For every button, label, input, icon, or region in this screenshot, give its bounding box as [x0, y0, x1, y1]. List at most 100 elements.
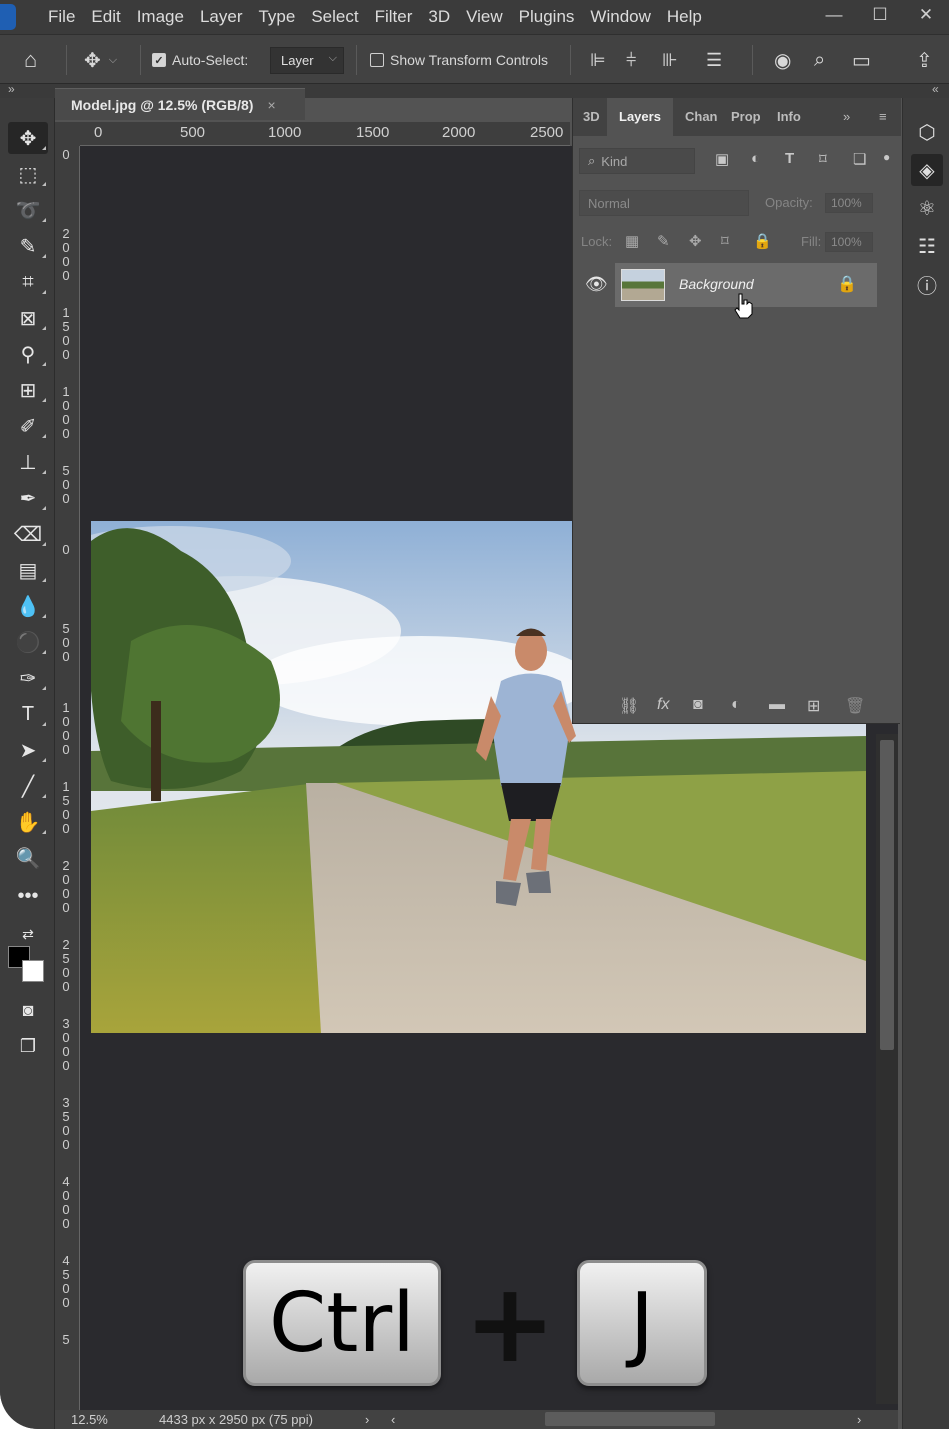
- tab-properties[interactable]: Prop: [731, 98, 761, 136]
- eyedropper-tool-icon[interactable]: ⚲: [8, 338, 48, 370]
- screen-mode-icon[interactable]: ❐: [8, 1030, 48, 1062]
- info-icon[interactable]: ⓘ: [911, 268, 943, 300]
- opacity-input[interactable]: 100%: [825, 193, 873, 213]
- panel-menu-icon[interactable]: ≡: [879, 98, 887, 136]
- blur-tool-icon[interactable]: 💧: [8, 590, 48, 622]
- type-tool-icon[interactable]: T: [8, 698, 48, 730]
- blend-mode-dropdown[interactable]: Normal: [579, 190, 749, 216]
- quick-mask-icon[interactable]: ◙: [8, 994, 48, 1026]
- new-adjustment-layer-icon[interactable]: ◐: [731, 696, 741, 714]
- line-tool-icon[interactable]: ╱: [8, 770, 48, 802]
- menu-help[interactable]: Help: [659, 0, 710, 34]
- background-color-swatch[interactable]: [22, 960, 44, 982]
- checkbox-unchecked-icon[interactable]: [370, 53, 384, 67]
- lock-image-icon[interactable]: ✎: [657, 232, 670, 250]
- history-brush-tool-icon[interactable]: ✒: [8, 482, 48, 514]
- filter-shape-icon[interactable]: ⌑: [819, 150, 827, 168]
- search-icon[interactable]: ⌕: [814, 35, 825, 85]
- horizontal-scroll-thumb[interactable]: [545, 1412, 715, 1426]
- fill-input[interactable]: 100%: [825, 232, 873, 252]
- maximize-button[interactable]: ☐: [857, 0, 903, 34]
- quick-selection-tool-icon[interactable]: ✎: [8, 230, 48, 262]
- share-icon[interactable]: ⇪: [916, 35, 933, 85]
- more-tabs-icon[interactable]: »: [843, 98, 850, 136]
- distribute-icon[interactable]: ☰: [706, 35, 722, 85]
- vertical-scroll-thumb[interactable]: [880, 740, 894, 1050]
- move-tool-icon[interactable]: ✥: [8, 122, 48, 154]
- delete-layer-icon[interactable]: 🗑: [845, 696, 865, 716]
- tab-channels[interactable]: Chan: [685, 98, 718, 136]
- menu-file[interactable]: File: [40, 0, 83, 34]
- align-right-icon[interactable]: ⊪: [662, 35, 678, 85]
- frame-tool-icon[interactable]: ⊠: [8, 302, 48, 334]
- hand-tool-icon[interactable]: ✋: [8, 806, 48, 838]
- menu-window[interactable]: Window: [582, 0, 658, 34]
- link-layers-icon[interactable]: ⛓: [619, 696, 639, 716]
- menu-type[interactable]: Type: [250, 0, 303, 34]
- checkbox-checked-icon[interactable]: ✓: [152, 53, 166, 67]
- search-people-icon[interactable]: ◉: [774, 35, 791, 85]
- lock-position-icon[interactable]: ✥: [689, 232, 702, 250]
- healing-brush-tool-icon[interactable]: ⊞: [8, 374, 48, 406]
- menu-image[interactable]: Image: [129, 0, 192, 34]
- auto-select-target-dropdown[interactable]: Layer ⌵: [270, 47, 344, 74]
- add-mask-icon[interactable]: ◙: [693, 696, 703, 714]
- crop-tool-icon[interactable]: ⌗: [8, 266, 48, 298]
- channels-icon[interactable]: ⚛: [911, 192, 943, 224]
- 3d-cube-icon[interactable]: ⬡: [911, 116, 943, 148]
- tab-3d[interactable]: 3D: [583, 98, 600, 136]
- filter-toggle-icon[interactable]: ●: [883, 150, 890, 164]
- filter-adjustment-icon[interactable]: ◐: [751, 150, 760, 167]
- properties-sliders-icon[interactable]: ☷: [911, 230, 943, 262]
- fx-icon[interactable]: fx: [657, 696, 669, 714]
- more-tools-icon[interactable]: •••: [8, 880, 48, 912]
- align-left-icon[interactable]: ⊫: [590, 35, 606, 85]
- filter-type-icon[interactable]: T: [785, 150, 794, 167]
- align-center-icon[interactable]: ⫩: [626, 35, 636, 85]
- lock-icon[interactable]: 🔒: [837, 274, 857, 294]
- filter-smart-object-icon[interactable]: ❏: [853, 150, 866, 168]
- tab-info[interactable]: Info: [777, 98, 801, 136]
- lock-artboard-icon[interactable]: ⌑: [721, 232, 729, 250]
- new-group-icon[interactable]: ▬: [769, 696, 785, 714]
- collapse-panels-icon[interactable]: «: [932, 82, 939, 96]
- chevron-left-icon[interactable]: ‹: [391, 1412, 395, 1427]
- menu-view[interactable]: View: [458, 0, 511, 34]
- close-window-button[interactable]: ✕: [903, 0, 949, 34]
- menu-3d[interactable]: 3D: [420, 0, 458, 34]
- lock-all-icon[interactable]: 🔒: [753, 232, 772, 250]
- chevron-right-icon[interactable]: ›: [857, 1412, 861, 1427]
- menu-select[interactable]: Select: [303, 0, 366, 34]
- close-tab-icon[interactable]: ×: [267, 97, 275, 113]
- marquee-tool-icon[interactable]: ⬚: [8, 158, 48, 190]
- menu-plugins[interactable]: Plugins: [511, 0, 583, 34]
- path-selection-tool-icon[interactable]: ➤: [8, 734, 48, 766]
- zoom-level[interactable]: 12.5%: [71, 1412, 108, 1427]
- show-transform-controls-checkbox[interactable]: Show Transform Controls: [370, 35, 548, 85]
- minimize-button[interactable]: —: [811, 0, 857, 34]
- lock-transparent-icon[interactable]: ▦: [625, 232, 639, 250]
- layers-stack-icon[interactable]: ◈: [911, 154, 943, 186]
- filter-kind-dropdown[interactable]: ⌕ Kind: [579, 148, 695, 174]
- auto-select-checkbox[interactable]: ✓ Auto-Select:: [152, 35, 248, 85]
- filter-pixel-icon[interactable]: ▣: [715, 150, 729, 168]
- home-icon[interactable]: ⌂: [24, 35, 37, 85]
- workspace-icon[interactable]: ▭: [852, 35, 871, 85]
- chevron-right-icon[interactable]: ›: [365, 1412, 369, 1427]
- gradient-tool-icon[interactable]: ▤: [8, 554, 48, 586]
- lasso-tool-icon[interactable]: ➰: [8, 194, 48, 226]
- brush-tool-icon[interactable]: ✐: [8, 410, 48, 442]
- menu-edit[interactable]: Edit: [83, 0, 128, 34]
- clone-stamp-tool-icon[interactable]: ⊥: [8, 446, 48, 478]
- zoom-tool-icon[interactable]: 🔍: [8, 842, 48, 874]
- dodge-tool-icon[interactable]: ⚫: [8, 626, 48, 658]
- move-tool-preset-icon[interactable]: ✥ ⌵: [84, 35, 117, 85]
- layer-name[interactable]: Background: [679, 276, 754, 292]
- menu-filter[interactable]: Filter: [367, 0, 421, 34]
- tab-layers[interactable]: Layers: [607, 98, 673, 136]
- document-tab[interactable]: Model.jpg @ 12.5% (RGB/8) ×: [55, 88, 305, 120]
- menu-layer[interactable]: Layer: [192, 0, 251, 34]
- expand-tools-icon[interactable]: »: [8, 82, 15, 96]
- new-layer-icon[interactable]: ⊞: [807, 696, 820, 716]
- visibility-eye-icon[interactable]: 👁: [585, 274, 608, 295]
